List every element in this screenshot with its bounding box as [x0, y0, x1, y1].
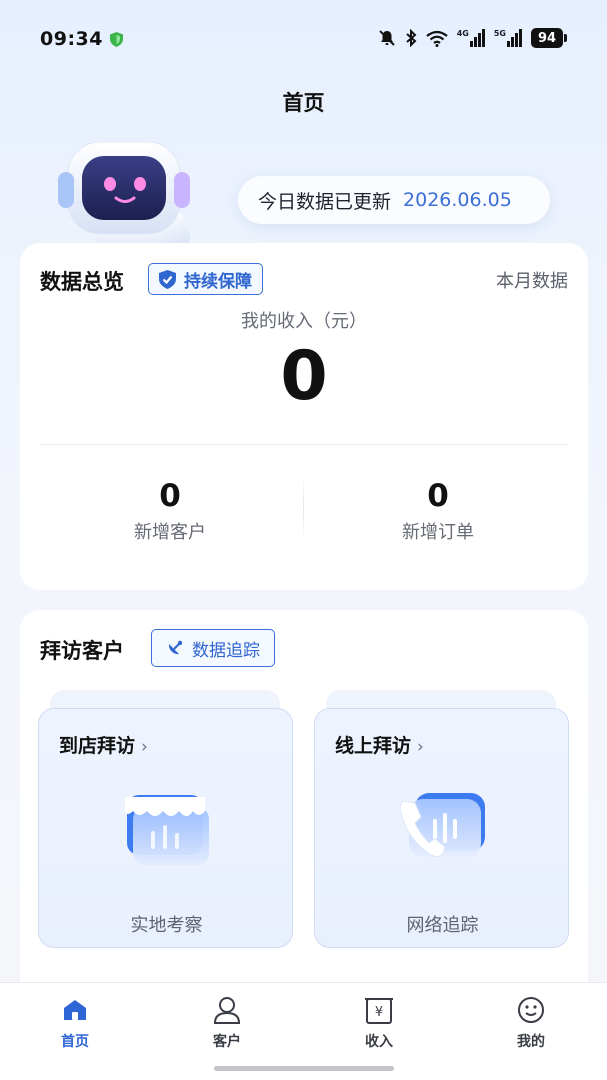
- tab-customers-label: 客户: [213, 1034, 241, 1050]
- new-customers-label: 新增客户: [134, 522, 206, 543]
- security-shield-icon: [110, 32, 123, 47]
- tab-home-label: 首页: [61, 1034, 89, 1050]
- update-date: 2026.06.05: [403, 189, 512, 211]
- new-customers-stat[interactable]: 0 新增客户: [70, 478, 270, 544]
- smile-icon: [518, 997, 544, 1023]
- tab-income-label: 收入: [365, 1034, 393, 1050]
- home-indicator: [214, 1066, 394, 1071]
- tab-customers[interactable]: 客户: [187, 993, 267, 1051]
- store-visit-caption: 实地考察: [130, 915, 203, 936]
- data-tracking-badge[interactable]: 数据追踪: [151, 629, 275, 667]
- store-visit-title: 到店拜访 ›: [59, 731, 148, 758]
- wifi-icon: [426, 30, 448, 47]
- period-selector[interactable]: 本月数据: [496, 267, 568, 293]
- yen-receipt-icon: ¥: [365, 998, 393, 1024]
- new-orders-value: 0: [427, 478, 449, 514]
- online-visit-caption: 网络追踪: [406, 915, 479, 936]
- status-time: 09:34: [40, 28, 103, 50]
- data-overview-card: 数据总览 持续保障 本月数据 我的收入（元） 0 0 新增客户 0 新增订单: [20, 243, 588, 590]
- guarantee-badge[interactable]: 持续保障: [148, 263, 263, 295]
- visit-title: 拜访客户: [40, 639, 124, 663]
- new-orders-stat[interactable]: 0 新增订单: [338, 478, 538, 544]
- chevron-right-icon: ›: [417, 737, 424, 757]
- guarantee-badge-label: 持续保障: [184, 271, 252, 292]
- store-visit-label: 到店拜访: [59, 735, 136, 757]
- overview-divider: [40, 444, 568, 445]
- data-updated-pill: 今日数据已更新 2026.06.05: [238, 176, 550, 224]
- shield-check-icon: [159, 269, 176, 289]
- tab-me-label: 我的: [517, 1034, 545, 1050]
- stats-divider: [303, 473, 304, 543]
- robot-mascot-icon: [58, 142, 191, 252]
- signal-4g-icon: 4G: [457, 29, 485, 47]
- online-visit-tile[interactable]: 线上拜访 › 网络追踪: [314, 708, 569, 948]
- status-bar: 09:34 4G 5G 94: [0, 0, 607, 80]
- tab-income[interactable]: ¥ 收入: [339, 993, 419, 1051]
- status-icons: 4G 5G 94: [378, 28, 567, 48]
- update-label: 今日数据已更新: [258, 190, 392, 213]
- signal-5g-icon: 5G: [494, 29, 522, 47]
- store-visit-tile[interactable]: 到店拜访 › 实地考察: [38, 708, 293, 948]
- income-value: 0: [280, 337, 328, 416]
- data-tracking-label: 数据追踪: [192, 640, 260, 661]
- online-visit-label: 线上拜访: [335, 735, 412, 757]
- tab-home[interactable]: 首页: [35, 993, 115, 1051]
- new-customers-value: 0: [159, 478, 181, 514]
- signal-5g-label: 5G: [493, 29, 506, 38]
- signal-4g-label: 4G: [456, 29, 469, 38]
- page-title: 首页: [282, 91, 325, 115]
- battery-indicator: 94: [531, 28, 567, 48]
- phone-chat-icon: [399, 793, 485, 858]
- bluetooth-icon: [406, 29, 417, 47]
- satellite-dish-icon: [168, 640, 183, 655]
- new-orders-label: 新增订单: [402, 522, 474, 543]
- income-label: 我的收入（元）: [241, 311, 367, 332]
- overview-title: 数据总览: [40, 270, 124, 294]
- svg-text:¥: ¥: [375, 1005, 383, 1020]
- mute-bell-icon: [379, 30, 395, 46]
- home-icon: [64, 1000, 86, 1020]
- store-icon: [125, 795, 209, 865]
- person-icon: [213, 997, 241, 1024]
- tab-me[interactable]: 我的: [491, 993, 571, 1051]
- chevron-right-icon: ›: [141, 737, 148, 757]
- online-visit-title: 线上拜访 ›: [335, 731, 424, 758]
- visit-customers-card: 拜访客户 数据追踪 到店拜访 › 实地考察 线上拜访 › 网络追踪: [20, 610, 588, 1000]
